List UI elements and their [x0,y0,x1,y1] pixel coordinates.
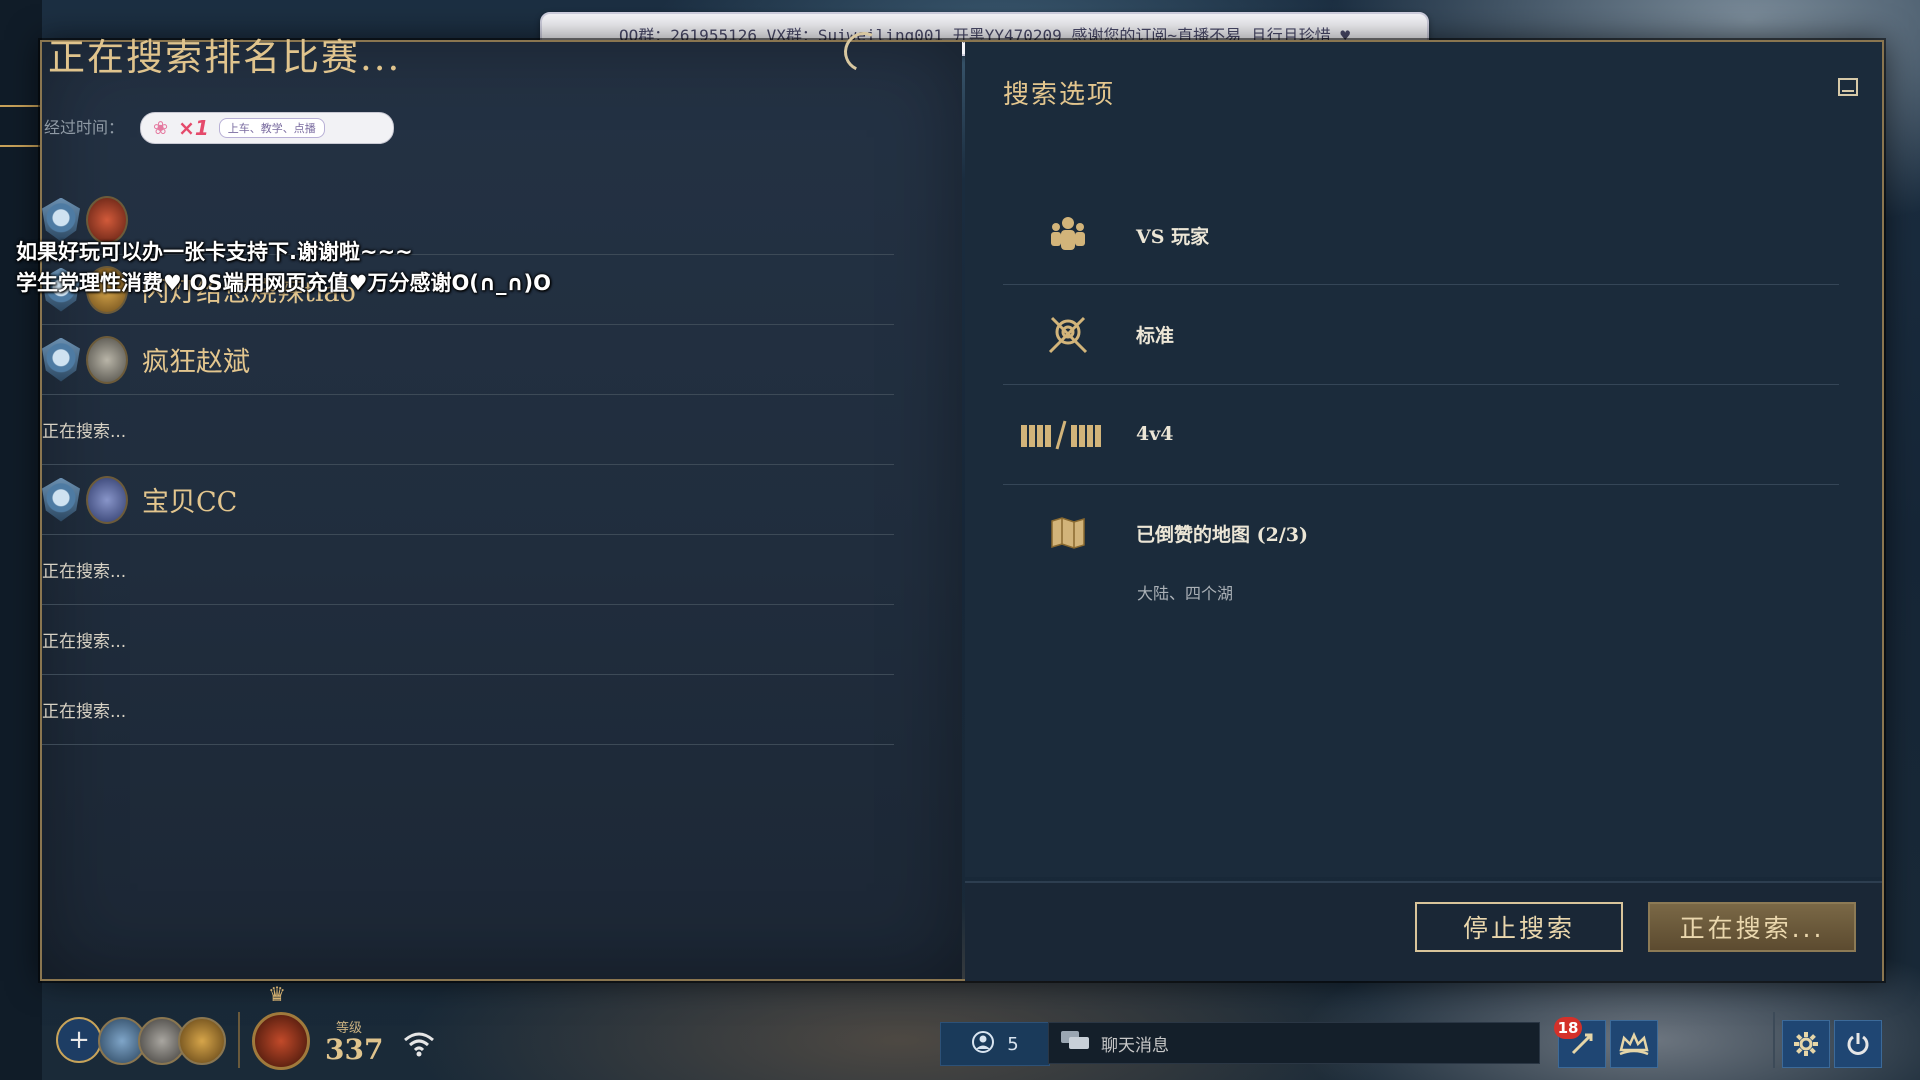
option-label: 已倒赞的地图 (2/3) [1136,523,1308,546]
party-member-avatar[interactable] [178,1017,226,1065]
player-row: 疯狂赵斌 [42,325,894,395]
badge-multiplier: ×1 [178,116,209,140]
option-mode: 标准 [1003,284,1839,385]
edge-marker [0,105,40,147]
option-team-size: 4v4 [1003,384,1839,485]
chat-bubble-icon [1059,1029,1091,1058]
options-title: 搜索选项 [1003,80,1116,110]
team-size-icon [1019,411,1103,457]
option-label: 标准 [1136,324,1175,347]
left-edge-strip [0,0,42,1080]
searching-slot: 正在搜索... [42,395,894,465]
rank-emblem-icon [42,197,80,242]
minimize-button[interactable] [1838,78,1858,96]
player-profile-avatar[interactable] [252,1012,310,1070]
stream-badge: ❀ ×1 上车、教学、点播 [140,112,394,144]
vetoed-maps-list: 大陆、四个湖 [1137,584,1234,603]
player-avatar [86,475,128,524]
searching-label: 正在搜索... [42,632,127,652]
option-label: 4v4 [1136,423,1174,445]
notification-badge: 18 [1554,1017,1582,1039]
power-icon[interactable] [1834,1020,1882,1068]
standard-mode-icon [1043,311,1093,357]
rank-emblem-icon [42,477,80,522]
badge-subtext: 上车、教学、点播 [218,118,325,138]
friends-icon [971,1030,995,1059]
add-party-member-button[interactable]: + [56,1017,102,1063]
bottom-divider [238,1012,240,1068]
stream-overlay-line1: 如果好玩可以办一张卡支持下.谢谢啦~~~ [16,240,413,264]
chat-placeholder: 聊天消息 [1101,1035,1169,1056]
searching-button[interactable]: 正在搜索... [1648,902,1856,952]
crown-icon: ♛ [268,982,286,1006]
option-label: VS 玩家 [1136,225,1210,248]
searching-label: 正在搜索... [42,562,127,582]
map-scroll-icon [1043,510,1093,556]
rank-emblem-icon [42,337,80,382]
stream-overlay-line2: 学生党理性消费♥IOS端用网页充值♥万分感谢O(∩_∩)O [16,271,551,295]
friends-count: 5 [1007,1033,1019,1055]
settings-gear-icon[interactable] [1782,1020,1830,1068]
player-name: 疯狂赵斌 [142,347,250,378]
players-icon [1043,212,1093,258]
player-row: 宝贝CC [42,465,894,535]
elapsed-time-label: 经过时间： [44,118,125,137]
searching-slot: 正在搜索... [42,675,894,745]
player-name: 宝贝CC [142,487,238,518]
option-opponent: VS 玩家 [1003,186,1839,285]
searching-label: 正在搜索... [42,702,127,722]
connection-icon [402,1030,436,1065]
bottom-divider [1773,1012,1775,1068]
friends-button[interactable]: 5 [940,1022,1050,1066]
chat-input[interactable]: 聊天消息 [1048,1022,1540,1064]
searching-slot: 正在搜索... [42,535,894,605]
stop-search-button[interactable]: 停止搜索 [1415,902,1623,952]
level-value: 337 [325,1033,384,1066]
search-title: 正在搜索排名比赛... [48,36,402,79]
option-maps: 已倒赞的地图 (2/3) [1003,484,1839,582]
searching-slot: 正在搜索... [42,605,894,675]
badge-heart-icon: ❀ [153,117,169,139]
searching-label: 正在搜索... [42,422,127,442]
ranked-crown-button[interactable] [1610,1020,1658,1068]
player-avatar [86,335,128,384]
